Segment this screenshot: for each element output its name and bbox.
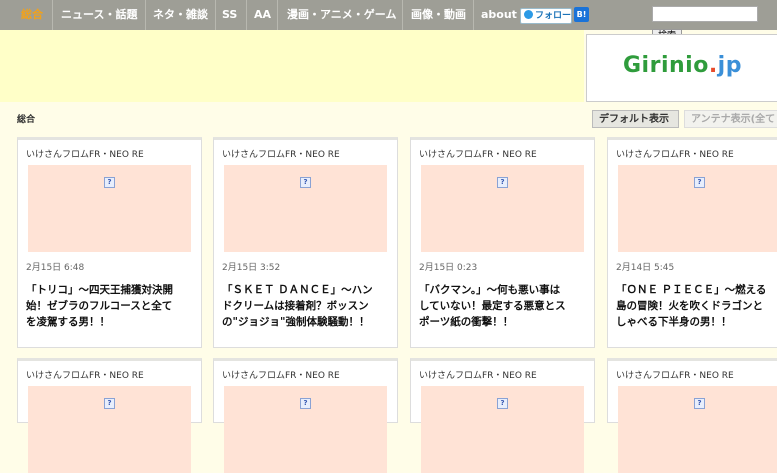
nav-item-image-video[interactable]: 画像・動画 <box>411 0 466 30</box>
article-card[interactable]: いけさんフロムFR・NEO RE ? <box>213 358 398 473</box>
nav-separator <box>246 0 247 30</box>
antenna-view-button[interactable]: アンテナ表示(全て <box>684 110 777 128</box>
search-input[interactable] <box>652 6 758 22</box>
default-view-button[interactable]: デフォルト表示 <box>592 110 679 128</box>
article-card[interactable]: いけさんフロムFR・NEO RE ? <box>607 358 777 473</box>
broken-image-icon: ? <box>497 177 508 188</box>
article-card[interactable]: いけさんフロムFR・NEO RE ? <box>17 358 202 473</box>
broken-image-icon: ? <box>694 398 705 409</box>
nav-item-manga-anime-game[interactable]: 漫画・アニメ・ゲーム <box>287 0 396 30</box>
card-date: 2月15日 0:23 <box>419 263 478 273</box>
card-thumbnail[interactable]: ? <box>224 165 387 252</box>
nav-item-about[interactable]: about <box>481 0 517 30</box>
article-card[interactable]: いけさんフロムFR・NEO RE ? 2月15日 6:48 「トリコ」～四天王捕… <box>17 137 202 348</box>
ad-banner <box>0 30 584 102</box>
nav-item-aa[interactable]: AA <box>254 0 271 30</box>
card-thumbnail[interactable]: ? <box>28 165 191 252</box>
card-date: 2月14日 5:45 <box>616 263 675 273</box>
article-card[interactable]: いけさんフロムFR・NEO RE ? <box>410 358 595 473</box>
card-source[interactable]: いけさんフロムFR・NEO RE <box>222 368 340 381</box>
card-thumbnail[interactable]: ? <box>618 165 777 252</box>
card-thumbnail[interactable]: ? <box>421 386 584 473</box>
card-thumbnail[interactable]: ? <box>618 386 777 473</box>
broken-image-icon: ? <box>694 177 705 188</box>
nav-separator <box>145 0 146 30</box>
site-logo[interactable]: Girinio.jp <box>623 53 742 78</box>
twitter-bird-icon <box>524 10 533 19</box>
card-date: 2月15日 6:48 <box>26 263 85 273</box>
logo-box: Girinio.jp <box>586 34 777 102</box>
card-source[interactable]: いけさんフロムFR・NEO RE <box>26 147 144 160</box>
hatena-bookmark-button[interactable]: B! <box>574 7 589 22</box>
top-nav-bar: 総合 ニュース・話題 ネタ・雑談 SS AA 漫画・アニメ・ゲーム 画像・動画 … <box>0 0 777 30</box>
section-label: 総合 <box>17 115 36 125</box>
card-thumbnail[interactable]: ? <box>28 386 191 473</box>
broken-image-icon: ? <box>497 398 508 409</box>
card-title[interactable]: 「バクマン。」～何も悪い事は していない！最定する悪意とス ポーツ紙の衝撃！！ <box>419 282 594 330</box>
nav-item-neta[interactable]: ネタ・雑談 <box>153 0 208 30</box>
broken-image-icon: ? <box>104 398 115 409</box>
nav-separator <box>52 0 53 30</box>
card-title[interactable]: 「トリコ」～四天王捕獲対決開 始！ゼブラのフルコースと全て を凌駕する男！！ <box>26 282 201 330</box>
card-thumbnail[interactable]: ? <box>421 165 584 252</box>
card-source[interactable]: いけさんフロムFR・NEO RE <box>26 368 144 381</box>
nav-item-ss[interactable]: SS <box>222 0 237 30</box>
card-source[interactable]: いけさんフロムFR・NEO RE <box>419 147 537 160</box>
card-date: 2月15日 3:52 <box>222 263 281 273</box>
nav-separator <box>473 0 474 30</box>
card-source[interactable]: いけさんフロムFR・NEO RE <box>616 368 734 381</box>
article-card[interactable]: いけさんフロムFR・NEO RE ? 2月14日 5:45 「ＯＮＥ ＰＩＥＣＥ… <box>607 137 777 348</box>
twitter-follow-button[interactable]: フォロー <box>520 8 572 24</box>
broken-image-icon: ? <box>104 177 115 188</box>
article-card[interactable]: いけさんフロムFR・NEO RE ? 2月15日 0:23 「バクマン。」～何も… <box>410 137 595 348</box>
twitter-follow-label: フォロー <box>535 11 572 21</box>
broken-image-icon: ? <box>300 177 311 188</box>
nav-item-sogo[interactable]: 総合 <box>21 0 43 30</box>
nav-separator <box>215 0 216 30</box>
card-source[interactable]: いけさんフロムFR・NEO RE <box>222 147 340 160</box>
nav-separator <box>277 0 278 30</box>
card-source[interactable]: いけさんフロムFR・NEO RE <box>616 147 734 160</box>
article-card[interactable]: いけさんフロムFR・NEO RE ? 2月15日 3:52 「ＳＫＥＴ ＤＡＮＣ… <box>213 137 398 348</box>
card-thumbnail[interactable]: ? <box>224 386 387 473</box>
broken-image-icon: ? <box>300 398 311 409</box>
card-title[interactable]: 「ＳＫＥＴ ＤＡＮＣＥ」～ハン ドクリームは接着剤？ボッスン の"ジョジョ"強制… <box>222 282 397 330</box>
card-source[interactable]: いけさんフロムFR・NEO RE <box>419 368 537 381</box>
nav-item-news[interactable]: ニュース・話題 <box>61 0 137 30</box>
card-title[interactable]: 「ＯＮＥ ＰＩＥＣＥ」～燃える 島の冒険！火を吹くドラゴンと しゃべる下半身の男… <box>616 282 777 330</box>
nav-separator <box>402 0 403 30</box>
